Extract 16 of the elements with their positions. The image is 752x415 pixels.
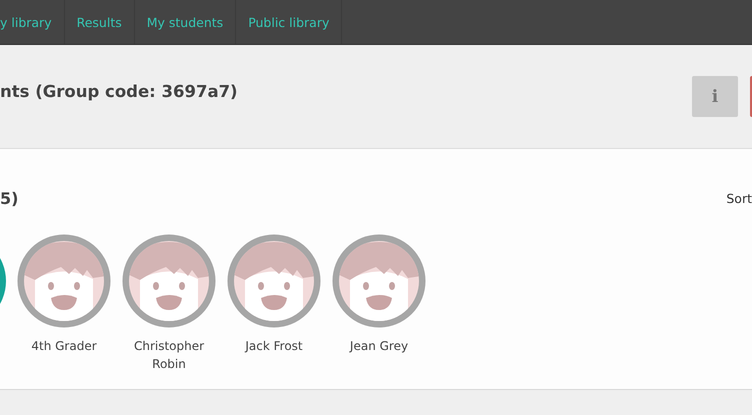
info-button[interactable]: i — [692, 76, 738, 117]
nav-link[interactable]: y library — [0, 0, 65, 44]
cartoon-avatar-icon[interactable] — [332, 234, 426, 328]
student-name: 4th Grader — [30, 338, 98, 355]
cartoon-avatar-icon[interactable] — [122, 234, 216, 328]
student-name: Jean Grey — [348, 338, 410, 355]
student-name: Christopher Robin — [132, 338, 206, 373]
nav-link[interactable]: Results — [64, 0, 135, 44]
cartoon-avatar-icon[interactable] — [227, 234, 321, 328]
sort-label[interactable]: Sort — [726, 191, 752, 206]
page-title: nts (Group code: 3697a7) — [0, 82, 238, 101]
nav-link[interactable]: Public library — [236, 0, 342, 44]
nav-link[interactable]: My students — [134, 0, 236, 44]
section-heading: 5) — [0, 189, 18, 208]
cartoon-avatar-icon[interactable] — [17, 234, 111, 328]
student-name: Jack Frost — [244, 338, 304, 355]
